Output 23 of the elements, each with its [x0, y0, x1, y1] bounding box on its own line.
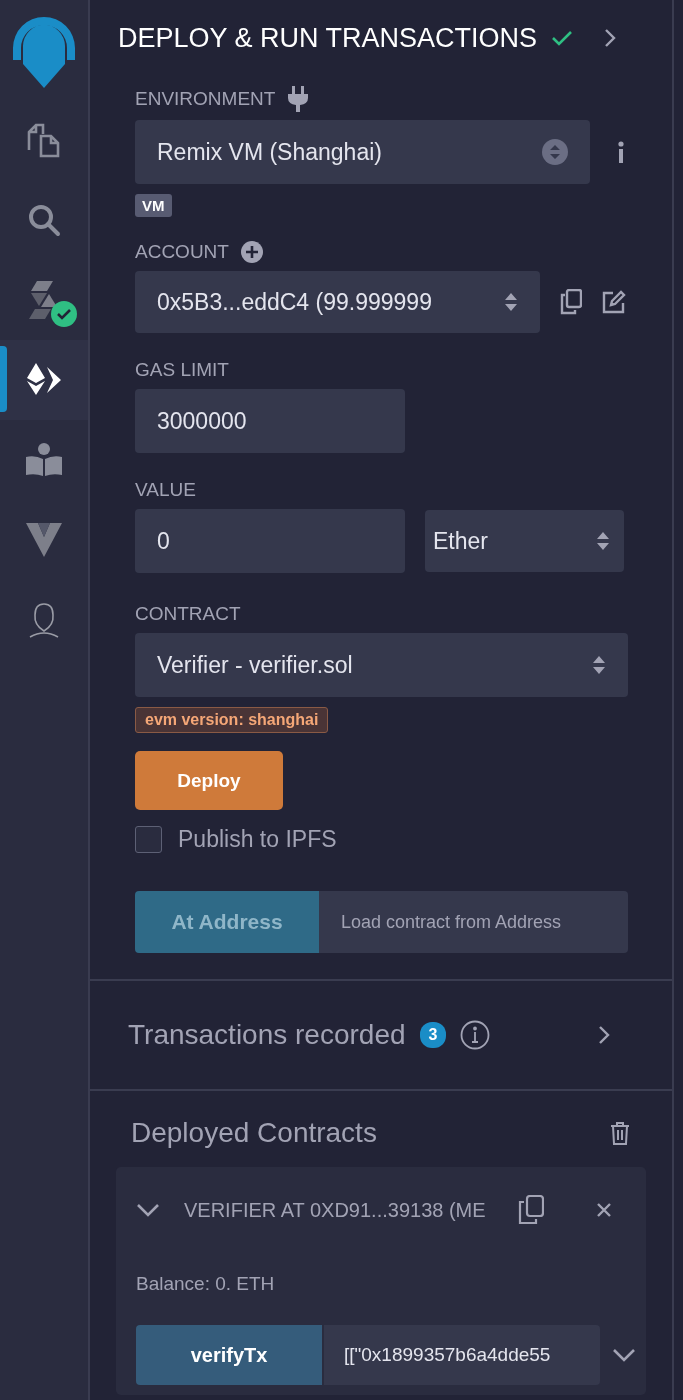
count-badge: 3 — [419, 1022, 447, 1048]
field-label: ACCOUNT — [135, 241, 229, 263]
evm-version-badge: evm version: shanghai — [135, 707, 329, 733]
vm-badge: VM — [135, 194, 172, 217]
environment-select[interactable]: Remix VM (Shanghai) — [135, 120, 590, 184]
field-label: GAS LIMIT — [135, 359, 229, 381]
unit-select[interactable]: Ether — [425, 510, 624, 572]
address-input[interactable]: Load contract from Address — [319, 891, 628, 953]
value-input[interactable]: 0 — [135, 509, 405, 573]
panel-title: DEPLOY & RUN TRANSACTIONS — [118, 22, 538, 54]
function-args-input[interactable]: [["0x1899357b6a4dde55 — [324, 1325, 600, 1385]
account-select[interactable]: 0x5B3...eddC4 (99.999999 — [135, 271, 540, 333]
field-label: CONTRACT — [135, 603, 241, 625]
gas-limit-input[interactable]: 3000000 — [135, 389, 405, 453]
contract-title[interactable]: VERIFIER AT 0XD91...39138 (ME — [184, 1198, 494, 1222]
section-title: Deployed Contracts — [131, 1117, 377, 1149]
section-title: Transactions recorded — [128, 1019, 406, 1051]
checkbox-label: Publish to IPFS — [178, 826, 337, 853]
balance-text: Balance: 0. ETH — [136, 1273, 276, 1295]
field-label: ENVIRONMENT — [135, 88, 276, 110]
field-label: VALUE — [135, 479, 196, 501]
function-button[interactable]: verifyTx — [136, 1325, 322, 1385]
contract-select[interactable]: Verifier - verifier.sol — [135, 633, 628, 697]
